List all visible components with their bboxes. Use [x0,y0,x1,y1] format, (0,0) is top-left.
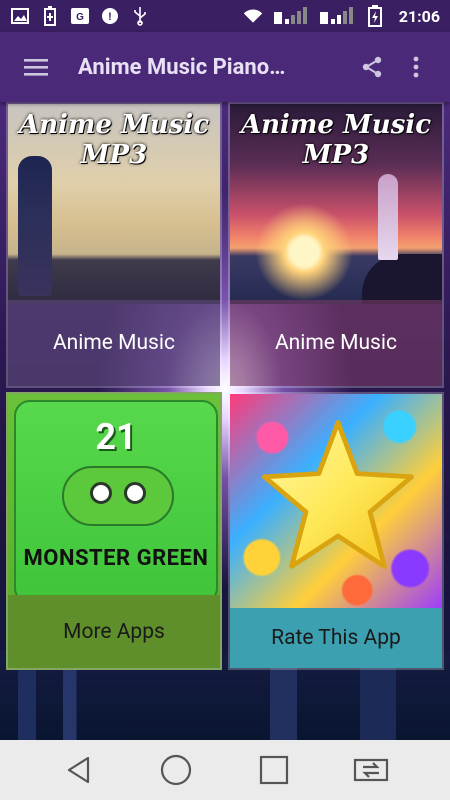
eye-icon [90,482,112,504]
monster-number: 21 [95,416,137,458]
svg-text:G: G [76,12,84,23]
cast-icon: G [70,6,90,26]
hamburger-menu-icon [24,59,48,76]
dual-window-icon [354,758,389,782]
share-button[interactable] [350,43,394,91]
card-image-title: Anime Music MP3 [240,110,432,170]
navigation-bar [0,740,450,800]
card-label: More Apps [8,595,220,668]
monster-green-app-icon: 21 MONSTER GREEN [14,400,218,604]
share-icon [362,56,382,78]
card-image-title: Anime Music MP3 [18,110,210,170]
wifi-icon [243,6,263,26]
figure-silhouette [18,156,52,296]
signal-icon [319,6,355,26]
recents-icon [259,755,288,785]
main-content: Anime Music MP3 Anime Music Anime Music … [0,102,450,740]
signal-icon [273,6,309,26]
dual-window-button[interactable] [341,745,401,795]
more-vert-icon [413,56,419,78]
card-anime-music-1[interactable]: Anime Music MP3 Anime Music [6,102,222,388]
svg-text:!: ! [108,11,112,23]
status-time: 21:06 [398,6,440,26]
back-button[interactable] [49,745,109,795]
card-anime-music-2[interactable]: Anime Music MP3 Anime Music [228,102,444,388]
battery-icon [365,5,385,27]
card-image-dusk: Anime Music MP3 [8,104,220,304]
more-options-button[interactable] [394,43,438,91]
home-icon [161,754,192,786]
monster-title: MONSTER GREEN [23,546,209,571]
usb-icon [130,6,150,26]
card-label: Anime Music [274,331,397,355]
recents-button[interactable] [244,745,304,795]
back-icon [67,756,89,784]
card-label: Rate This App [230,608,442,668]
card-more-apps[interactable]: 21 MONSTER GREEN More Apps [6,392,222,670]
card-image-sunset: Anime Music MP3 [230,104,442,304]
card-image-stars [230,394,442,612]
status-right: 21:06 [243,5,440,27]
eye-icon [124,482,146,504]
figure-girl [378,174,398,260]
notification-icon: ! [100,6,120,26]
image-icon [10,6,30,26]
menu-button[interactable] [12,43,60,91]
monster-face [62,466,174,526]
cliff-silhouette [362,254,442,304]
battery-saver-icon [40,6,60,26]
status-left: G ! [10,6,150,26]
app-bar: Anime Music Piano… [0,32,450,102]
star-icon [262,420,414,569]
status-bar: G ! 21:06 [0,0,450,32]
card-rate-this-app[interactable]: Rate This App [228,392,444,670]
card-image-monster-green: 21 MONSTER GREEN [8,394,220,604]
home-button[interactable] [146,745,206,795]
app-title: Anime Music Piano… [78,54,286,80]
card-label: Anime Music [52,331,175,355]
